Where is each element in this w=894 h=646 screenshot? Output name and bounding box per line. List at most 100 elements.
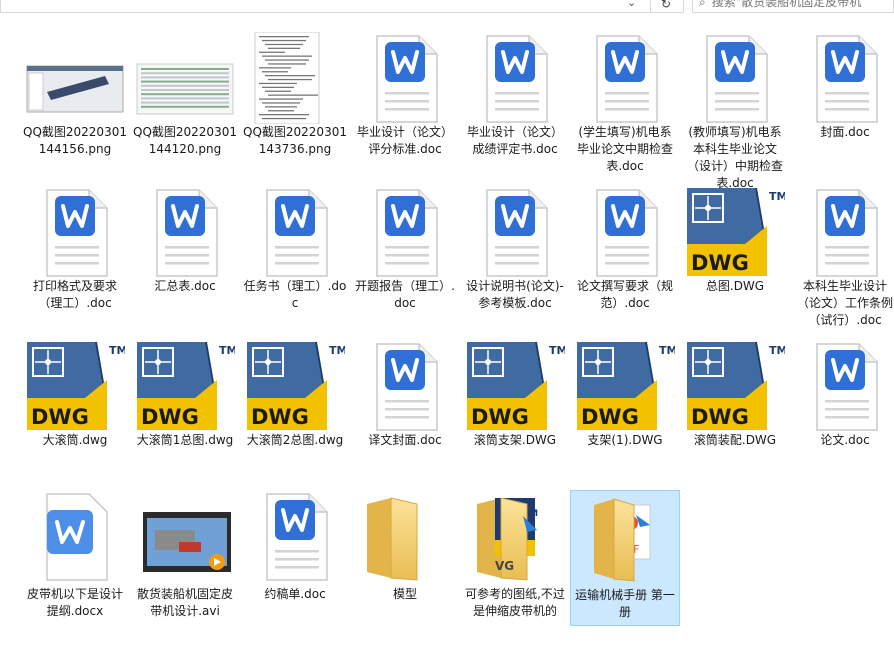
- dwg-file-icon: DWG TM: [575, 340, 677, 432]
- file-name: 开题报告（理工）.doc: [355, 279, 455, 310]
- file-item[interactable]: DWG TM 滚筒装配.DWG: [680, 336, 790, 490]
- file-item[interactable]: DWG TM 滚筒支架.DWG: [460, 336, 570, 490]
- file-item[interactable]: DWG TM 支架(1).DWG: [570, 336, 680, 490]
- file-item[interactable]: DWG TM 大滚筒2总图.dwg: [240, 336, 350, 490]
- chevron-down-icon[interactable]: ⌄: [627, 0, 636, 9]
- file-name: 大滚筒1总图.dwg: [136, 433, 234, 447]
- file-name: 论文撰写要求（规范）.doc: [576, 279, 673, 310]
- word-doc-icon: [465, 186, 565, 278]
- file-name: 译文封面.doc: [368, 433, 442, 447]
- file-item[interactable]: DWG TM 大滚筒.dwg: [20, 336, 130, 490]
- file-item[interactable]: (教师填写)机电系本科生毕业论文（设计）中期检查表.doc: [680, 28, 790, 190]
- svg-text:TM: TM: [769, 190, 785, 203]
- file-item[interactable]: 论文.doc: [790, 336, 894, 490]
- dwg-file-icon: DWG TM: [465, 340, 567, 432]
- file-name: 皮带机以下是设计提纲.docx: [26, 587, 123, 618]
- svg-text:VG: VG: [495, 559, 514, 573]
- svg-text:DWG: DWG: [31, 405, 89, 429]
- word-docx-icon: [25, 490, 125, 582]
- svg-text:DWG: DWG: [581, 405, 639, 429]
- file-item[interactable]: PDF 运输机械手册 第一册: [570, 490, 680, 626]
- search-icon: ⌕: [699, 0, 706, 9]
- dwg-file-icon: DWG TM: [245, 340, 347, 432]
- svg-text:DWG: DWG: [691, 405, 749, 429]
- file-name: 滚筒装配.DWG: [693, 433, 777, 447]
- folder-icon: TM VG: [465, 490, 565, 582]
- file-item[interactable]: TM VG 可参考的图纸,不过是伸缩皮带机的: [460, 490, 570, 626]
- file-name: 滚筒支架.DWG: [473, 433, 557, 447]
- file-item[interactable]: 毕业设计（论文）评分标准.doc: [350, 28, 460, 182]
- file-name: 约稿单.doc: [264, 587, 326, 601]
- file-item[interactable]: 任务书（理工）.doc: [240, 182, 350, 336]
- file-item[interactable]: 开题报告（理工）.doc: [350, 182, 460, 336]
- search-text: 搜索"散货装船机固定皮带机: [711, 0, 862, 9]
- dwg-file-icon: DWG TM: [685, 186, 787, 278]
- file-item[interactable]: 封面.doc: [790, 28, 894, 182]
- file-name: 封面.doc: [820, 125, 870, 139]
- refresh-icon[interactable]: ↻: [650, 0, 681, 13]
- file-grid: QQ截图20220301144156.png QQ截图2022030114412…: [20, 28, 894, 626]
- word-doc-icon: [25, 186, 125, 278]
- file-item[interactable]: 汇总表.doc: [130, 182, 240, 336]
- folder-icon: [355, 490, 455, 582]
- file-item[interactable]: 模型: [350, 490, 460, 626]
- word-doc-icon: [575, 186, 675, 278]
- file-item[interactable]: 散货装船机固定皮带机设计.avi: [130, 490, 240, 626]
- file-item[interactable]: DWG TM 总图.DWG: [680, 182, 790, 336]
- file-name: QQ截图20220301143736.png: [243, 125, 347, 156]
- address-toolbar: ⌄ ↻ ⌕ 搜索"散货装船机固定皮带机: [0, 0, 894, 20]
- file-name: QQ截图20220301144120.png: [133, 125, 237, 156]
- file-name: 本科生毕业设计（论文）工作条例（试行）.doc: [796, 279, 893, 327]
- file-name: 模型: [392, 587, 417, 601]
- address-bar[interactable]: ⌄: [0, 0, 684, 13]
- file-item[interactable]: DWG TM 大滚筒1总图.dwg: [130, 336, 240, 490]
- word-doc-icon: [795, 32, 894, 124]
- file-item[interactable]: 毕业设计（论文）成绩评定书.doc: [460, 28, 570, 182]
- image-thumbnail: [135, 32, 235, 124]
- file-item[interactable]: (学生填写)机电系毕业论文中期检查表.doc: [570, 28, 680, 182]
- svg-text:TM: TM: [329, 344, 345, 357]
- file-name: QQ截图20220301144156.png: [23, 125, 127, 156]
- svg-text:TM: TM: [659, 344, 675, 357]
- svg-text:DWG: DWG: [471, 405, 529, 429]
- word-doc-icon: [795, 340, 894, 432]
- video-file-icon: [135, 490, 235, 582]
- svg-text:TM: TM: [109, 344, 125, 357]
- file-name: 任务书（理工）.doc: [243, 279, 347, 310]
- word-doc-icon: [245, 186, 345, 278]
- file-item[interactable]: QQ截图20220301144120.png: [130, 28, 240, 182]
- image-thumbnail: [245, 31, 345, 125]
- file-item[interactable]: 打印格式及要求（理工）.doc: [20, 182, 130, 336]
- word-doc-icon: [135, 186, 235, 278]
- svg-text:DWG: DWG: [251, 405, 309, 429]
- search-input[interactable]: ⌕ 搜索"散货装船机固定皮带机: [692, 0, 894, 13]
- dwg-file-icon: DWG TM: [25, 340, 127, 432]
- file-name: 散货装船机固定皮带机设计.avi: [136, 587, 233, 618]
- word-doc-icon: [355, 340, 455, 432]
- file-item[interactable]: QQ截图20220301144156.png: [20, 28, 130, 182]
- file-name: 支架(1).DWG: [587, 433, 663, 447]
- dwg-file-icon: DWG TM: [685, 340, 787, 432]
- file-item[interactable]: QQ截图20220301143736.png: [240, 28, 350, 182]
- file-item[interactable]: 译文封面.doc: [350, 336, 460, 490]
- dwg-file-icon: DWG TM: [135, 340, 237, 432]
- svg-text:DWG: DWG: [141, 405, 199, 429]
- file-item[interactable]: 设计说明书(论文)-参考模板.doc: [460, 182, 570, 336]
- image-thumbnail: [25, 32, 125, 124]
- svg-text:TM: TM: [219, 344, 235, 357]
- file-item[interactable]: 约稿单.doc: [240, 490, 350, 626]
- svg-text:TM: TM: [769, 344, 785, 357]
- file-name: 汇总表.doc: [154, 279, 216, 293]
- file-name: 总图.DWG: [705, 279, 765, 293]
- svg-text:TM: TM: [549, 344, 565, 357]
- file-item[interactable]: 论文撰写要求（规范）.doc: [570, 182, 680, 336]
- file-name: 运输机械手册 第一册: [575, 588, 675, 619]
- file-item[interactable]: 本科生毕业设计（论文）工作条例（试行）.doc: [790, 182, 894, 336]
- file-name: 打印格式及要求（理工）.doc: [32, 279, 117, 310]
- file-item[interactable]: 皮带机以下是设计提纲.docx: [20, 490, 130, 626]
- file-name: 论文.doc: [820, 433, 870, 447]
- word-doc-icon: [355, 186, 455, 278]
- folder-pdf-icon: PDF: [576, 491, 676, 583]
- word-doc-icon: [355, 32, 455, 124]
- word-doc-icon: [685, 32, 785, 124]
